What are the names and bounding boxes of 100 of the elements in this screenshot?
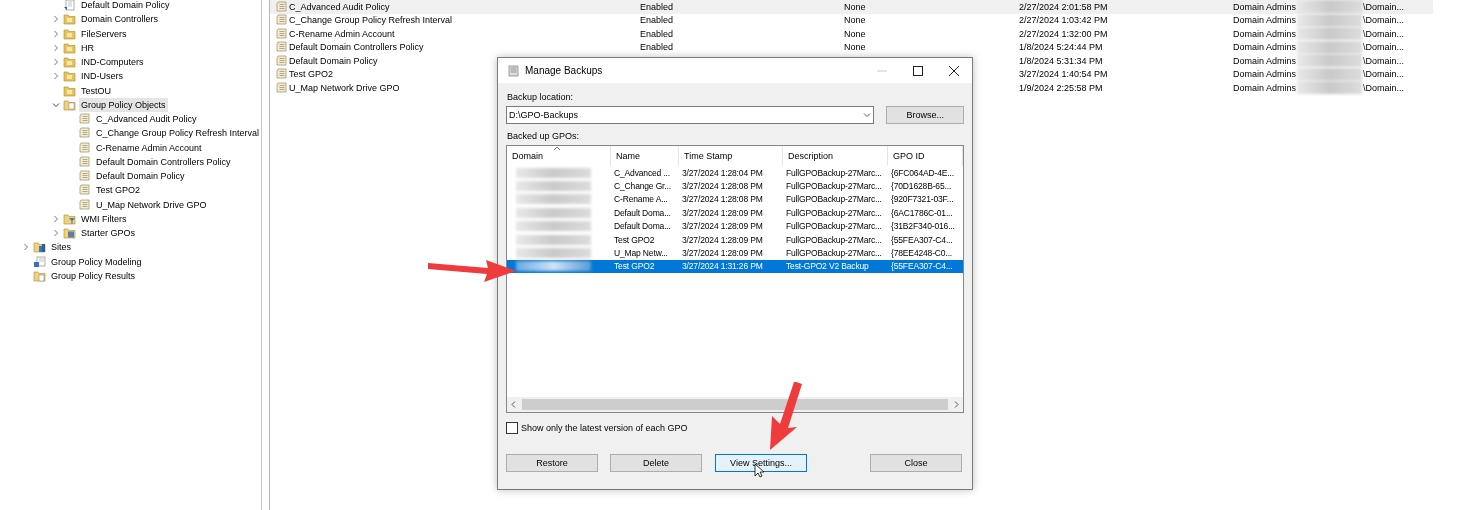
table-cell-text: 3/27/2024 1:28:09 PM: [681, 220, 764, 233]
backup-row[interactable]: C_Change Gr... 3/27/2024 1:28:08 PM FullGPOBackup-27Marc... {70D1628B-65...: [507, 179, 963, 193]
tree-item[interactable]: Group Policy Results: [49, 268, 138, 283]
tree-item[interactable]: Default Domain Controllers Policy: [94, 154, 233, 169]
table-cell-text: 3/27/2024 1:28:09 PM: [681, 247, 764, 260]
tree-item[interactable]: FileServers: [79, 26, 129, 41]
table-cell-text: FullGPOBackup-27Marc...: [785, 233, 883, 247]
table-cell: Test-GPO2 V2 Backup: [783, 259, 888, 274]
hovered-row[interactable]: C_Advanced Audit Policy Enabled None 2/27/2024 2:01:58 PM Domain Admins \Domain...: [270, 0, 1433, 14]
folder-icon: [63, 98, 76, 111]
table-cell: C-Rename Admin Account: [289, 28, 395, 39]
column-header[interactable]: Time Stamp: [679, 146, 783, 166]
window-title: Manage Backups: [525, 65, 604, 76]
table-cell-text: {6FC064AD-4E...: [890, 166, 955, 180]
tree-item[interactable]: Domain Controllers: [79, 12, 161, 27]
redacted-blur: [1297, 81, 1363, 95]
folder-icon: [63, 70, 76, 83]
backup-row[interactable]: C_Advanced ... 3/27/2024 1:28:04 PM FullGPOBackup-27Marc... {6FC064AD-4E...: [507, 166, 963, 180]
table-cell: None: [844, 42, 866, 53]
tree-item[interactable]: U_Map Network Drive GPO: [94, 197, 209, 212]
column-header[interactable]: Description: [783, 146, 888, 166]
table-cell-text: {6AC1786C-01...: [890, 206, 954, 220]
policy-scroll-icon: [78, 113, 91, 126]
table-cell: Enabled: [640, 1, 674, 12]
table-cell: \Domain...: [1363, 28, 1405, 39]
table-cell: \Domain...: [1363, 15, 1405, 26]
tree-item[interactable]: IND-Computers: [79, 55, 146, 70]
backup-row[interactable]: Default Doma... 3/27/2024 1:28:09 PM FullGPOBackup-27Marc... {31B2F340-016...: [507, 219, 963, 233]
backup-row[interactable]: C-Rename A... 3/27/2024 1:28:08 PM FullGPOBackup-27Marc... {920F7321-03F...: [507, 192, 963, 207]
tree-item[interactable]: TestOU: [79, 83, 113, 98]
tree-item[interactable]: Default Domain Policy: [79, 0, 172, 13]
backup-row[interactable]: Test GPO2 3/27/2024 1:28:09 PM FullGPOBackup-27Marc... {55FEA307-C4...: [507, 232, 963, 247]
table-cell: 1/8/2024 5:31:34 PM: [1019, 55, 1103, 66]
checkbox[interactable]: [506, 422, 518, 434]
tree-item[interactable]: C-Rename Admin Account: [94, 140, 204, 155]
tree-item[interactable]: WMI Filters: [79, 211, 129, 226]
policy-scroll-icon: [78, 184, 91, 197]
table-cell: 2/27/2024 1:03:42 PM: [1019, 15, 1108, 26]
policy-scroll-icon: [78, 141, 91, 154]
folder-icon: [63, 27, 76, 40]
table-cell: Domain Admins: [1233, 28, 1297, 39]
tree-item[interactable]: HR: [79, 40, 96, 55]
folder-icon: [63, 84, 76, 97]
tree-item[interactable]: Sites: [49, 240, 73, 255]
column-header[interactable]: Domain: [507, 146, 611, 166]
backup-row[interactable]: Default Doma... 3/27/2024 1:28:09 PM FullGPOBackup-27Marc... {6AC1786C-01...: [507, 206, 963, 220]
table-cell: Domain Admins: [1233, 42, 1297, 53]
backup-row[interactable]: Test GPO2 3/27/2024 1:31:26 PM Test-GPO2 V2 Backup {55FEA307-C4...: [507, 259, 963, 274]
table-cell-text: {55FEA307-C4...: [890, 233, 954, 247]
redacted-blur: [1297, 54, 1363, 68]
table-cell: U_Map Network Drive GPO: [289, 82, 400, 93]
table-cell: 1/8/2024 5:24:44 PM: [1019, 42, 1103, 53]
tree-item[interactable]: Default Domain Policy: [94, 169, 187, 184]
redacted-blur: [1297, 0, 1363, 14]
folder-icon: [63, 41, 76, 54]
table-cell: Domain Admins: [1233, 55, 1297, 66]
field-label: Backup location:: [507, 91, 575, 103]
sort-caret-icon: [553, 145, 561, 151]
policy-scroll-icon: [275, 14, 288, 27]
policy-scroll-icon: [275, 54, 288, 67]
table-cell-text: FullGPOBackup-27Marc...: [785, 220, 883, 233]
tree-item[interactable]: IND-Users: [79, 69, 125, 84]
browse-button[interactable]: Browse...: [886, 106, 964, 124]
table-cell: \Domain...: [1363, 69, 1405, 80]
tree-item[interactable]: Test GPO2: [94, 183, 142, 198]
table-cell: Default Domain Controllers Policy: [289, 42, 424, 53]
tree-item[interactable]: C_Change Group Policy Refresh Interval: [94, 126, 262, 141]
scrollbar-thumb[interactable]: [522, 399, 948, 410]
table-cell-text: {78EE4248-C0...: [890, 247, 954, 260]
table-cell-text: FullGPOBackup-27Marc...: [785, 206, 883, 220]
policy-scroll-icon: [78, 170, 91, 183]
tree-item[interactable]: Group Policy Modeling: [49, 254, 144, 269]
table-cell-text: 3/27/2024 1:28:09 PM: [681, 233, 764, 247]
table-cell: Test GPO2: [289, 69, 333, 80]
tree-item[interactable]: Starter GPOs: [79, 226, 137, 241]
policy-scroll-icon: [78, 127, 91, 140]
dialog-button[interactable]: Close: [870, 454, 962, 472]
column-header[interactable]: Name: [611, 146, 679, 166]
tree-item[interactable]: C_Advanced Audit Policy: [94, 112, 199, 127]
table-cell-text: Test GPO2: [613, 233, 656, 247]
table-cell-text: 3/27/2024 1:28:08 PM: [681, 180, 764, 193]
table-cell-text: C_Change Gr...: [613, 180, 672, 193]
dialog-button[interactable]: Restore: [506, 454, 598, 472]
tree-item[interactable]: Group Policy Objects: [79, 97, 168, 112]
dialog-button[interactable]: Delete: [610, 454, 702, 472]
table-cell: 3/27/2024 1:31:26 PM: [679, 259, 783, 274]
column-header[interactable]: GPO ID: [888, 146, 963, 166]
policy-scroll-icon: [275, 81, 288, 94]
table-cell-text: 3/27/2024 1:28:04 PM: [681, 166, 764, 180]
backup-location-dropdown[interactable]: D:\GPO-Backups: [506, 106, 875, 124]
sites-folder-icon: [33, 241, 46, 254]
table-cell-text: Default Doma...: [613, 220, 672, 233]
backup-row[interactable]: U_Map Netw... 3/27/2024 1:28:09 PM FullGPOBackup-27Marc... {78EE4248-C0...: [507, 246, 963, 260]
starter-folder-icon: [63, 227, 76, 240]
table-cell: 2/27/2024 2:01:58 PM: [1019, 1, 1108, 12]
redacted-blur: [1297, 40, 1363, 54]
table-cell-text: 3/27/2024 1:28:08 PM: [681, 193, 764, 207]
modeling-icon: [33, 255, 46, 268]
table-cell-text: {31B2F340-016...: [890, 220, 956, 233]
dialog-button[interactable]: View Settings...: [715, 454, 807, 472]
